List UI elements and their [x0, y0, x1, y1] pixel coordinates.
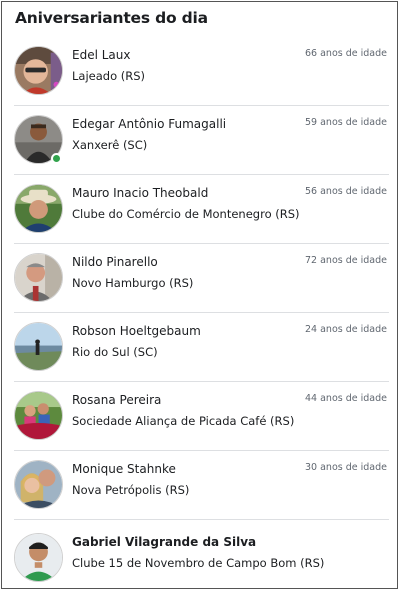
- avatar[interactable]: [14, 253, 63, 302]
- list-item[interactable]: Nildo Pinarello Novo Hamburgo (RS) 72 an…: [2, 244, 397, 313]
- avatar[interactable]: [14, 46, 63, 95]
- list-item[interactable]: Robson Hoeltgebaum Rio do Sul (SC) 24 an…: [2, 313, 397, 382]
- panel-title: Aniversariantes do dia: [15, 9, 208, 27]
- avatar[interactable]: [14, 533, 63, 582]
- person-age: 44 anos de idade: [305, 393, 387, 404]
- person-location: Xanxerê (SC): [72, 138, 148, 152]
- person-name[interactable]: Mauro Inacio Theobald: [72, 186, 208, 200]
- list-item[interactable]: Gabriel Vilagrande da Silva Clube 15 de …: [2, 524, 397, 593]
- person-name[interactable]: Edel Laux: [72, 48, 130, 62]
- person-age: 56 anos de idade: [305, 186, 387, 197]
- birthdays-panel: Aniversariantes do dia Edel Laux Lajeado…: [1, 1, 398, 589]
- person-location: Sociedade Aliança de Picada Café (RS): [72, 414, 295, 428]
- avatar[interactable]: [14, 322, 63, 371]
- person-location: Nova Petrópolis (RS): [72, 483, 190, 497]
- divider: [14, 519, 389, 520]
- person-age: 59 anos de idade: [305, 117, 387, 128]
- list-item[interactable]: Monique Stahnke Nova Petrópolis (RS) 30 …: [2, 451, 397, 520]
- avatar[interactable]: [14, 391, 63, 440]
- person-name[interactable]: Gabriel Vilagrande da Silva: [72, 535, 256, 549]
- person-name[interactable]: Nildo Pinarello: [72, 255, 158, 269]
- person-location: Novo Hamburgo (RS): [72, 276, 194, 290]
- list-item[interactable]: Edel Laux Lajeado (RS) 66 anos de idade: [2, 37, 397, 106]
- person-location: Clube do Comércio de Montenegro (RS): [72, 207, 300, 221]
- person-name[interactable]: Edegar Antônio Fumagalli: [72, 117, 226, 131]
- list-item[interactable]: Mauro Inacio Theobald Clube do Comércio …: [2, 175, 397, 244]
- person-age: 30 anos de idade: [305, 462, 387, 473]
- person-name[interactable]: Robson Hoeltgebaum: [72, 324, 201, 338]
- person-location: Lajeado (RS): [72, 69, 146, 83]
- person-location: Clube 15 de Novembro de Campo Bom (RS): [72, 556, 325, 570]
- person-name[interactable]: Monique Stahnke: [72, 462, 176, 476]
- person-name[interactable]: Rosana Pereira: [72, 393, 161, 407]
- person-location: Rio do Sul (SC): [72, 345, 158, 359]
- person-age: 24 anos de idade: [305, 324, 387, 335]
- online-status-indicator: [51, 153, 62, 164]
- list-item[interactable]: Edegar Antônio Fumagalli Xanxerê (SC) 59…: [2, 106, 397, 175]
- avatar[interactable]: [14, 184, 63, 233]
- person-age: 72 anos de idade: [305, 255, 387, 266]
- avatar[interactable]: [14, 460, 63, 509]
- person-age: 66 anos de idade: [305, 48, 387, 59]
- list-item[interactable]: Rosana Pereira Sociedade Aliança de Pica…: [2, 382, 397, 451]
